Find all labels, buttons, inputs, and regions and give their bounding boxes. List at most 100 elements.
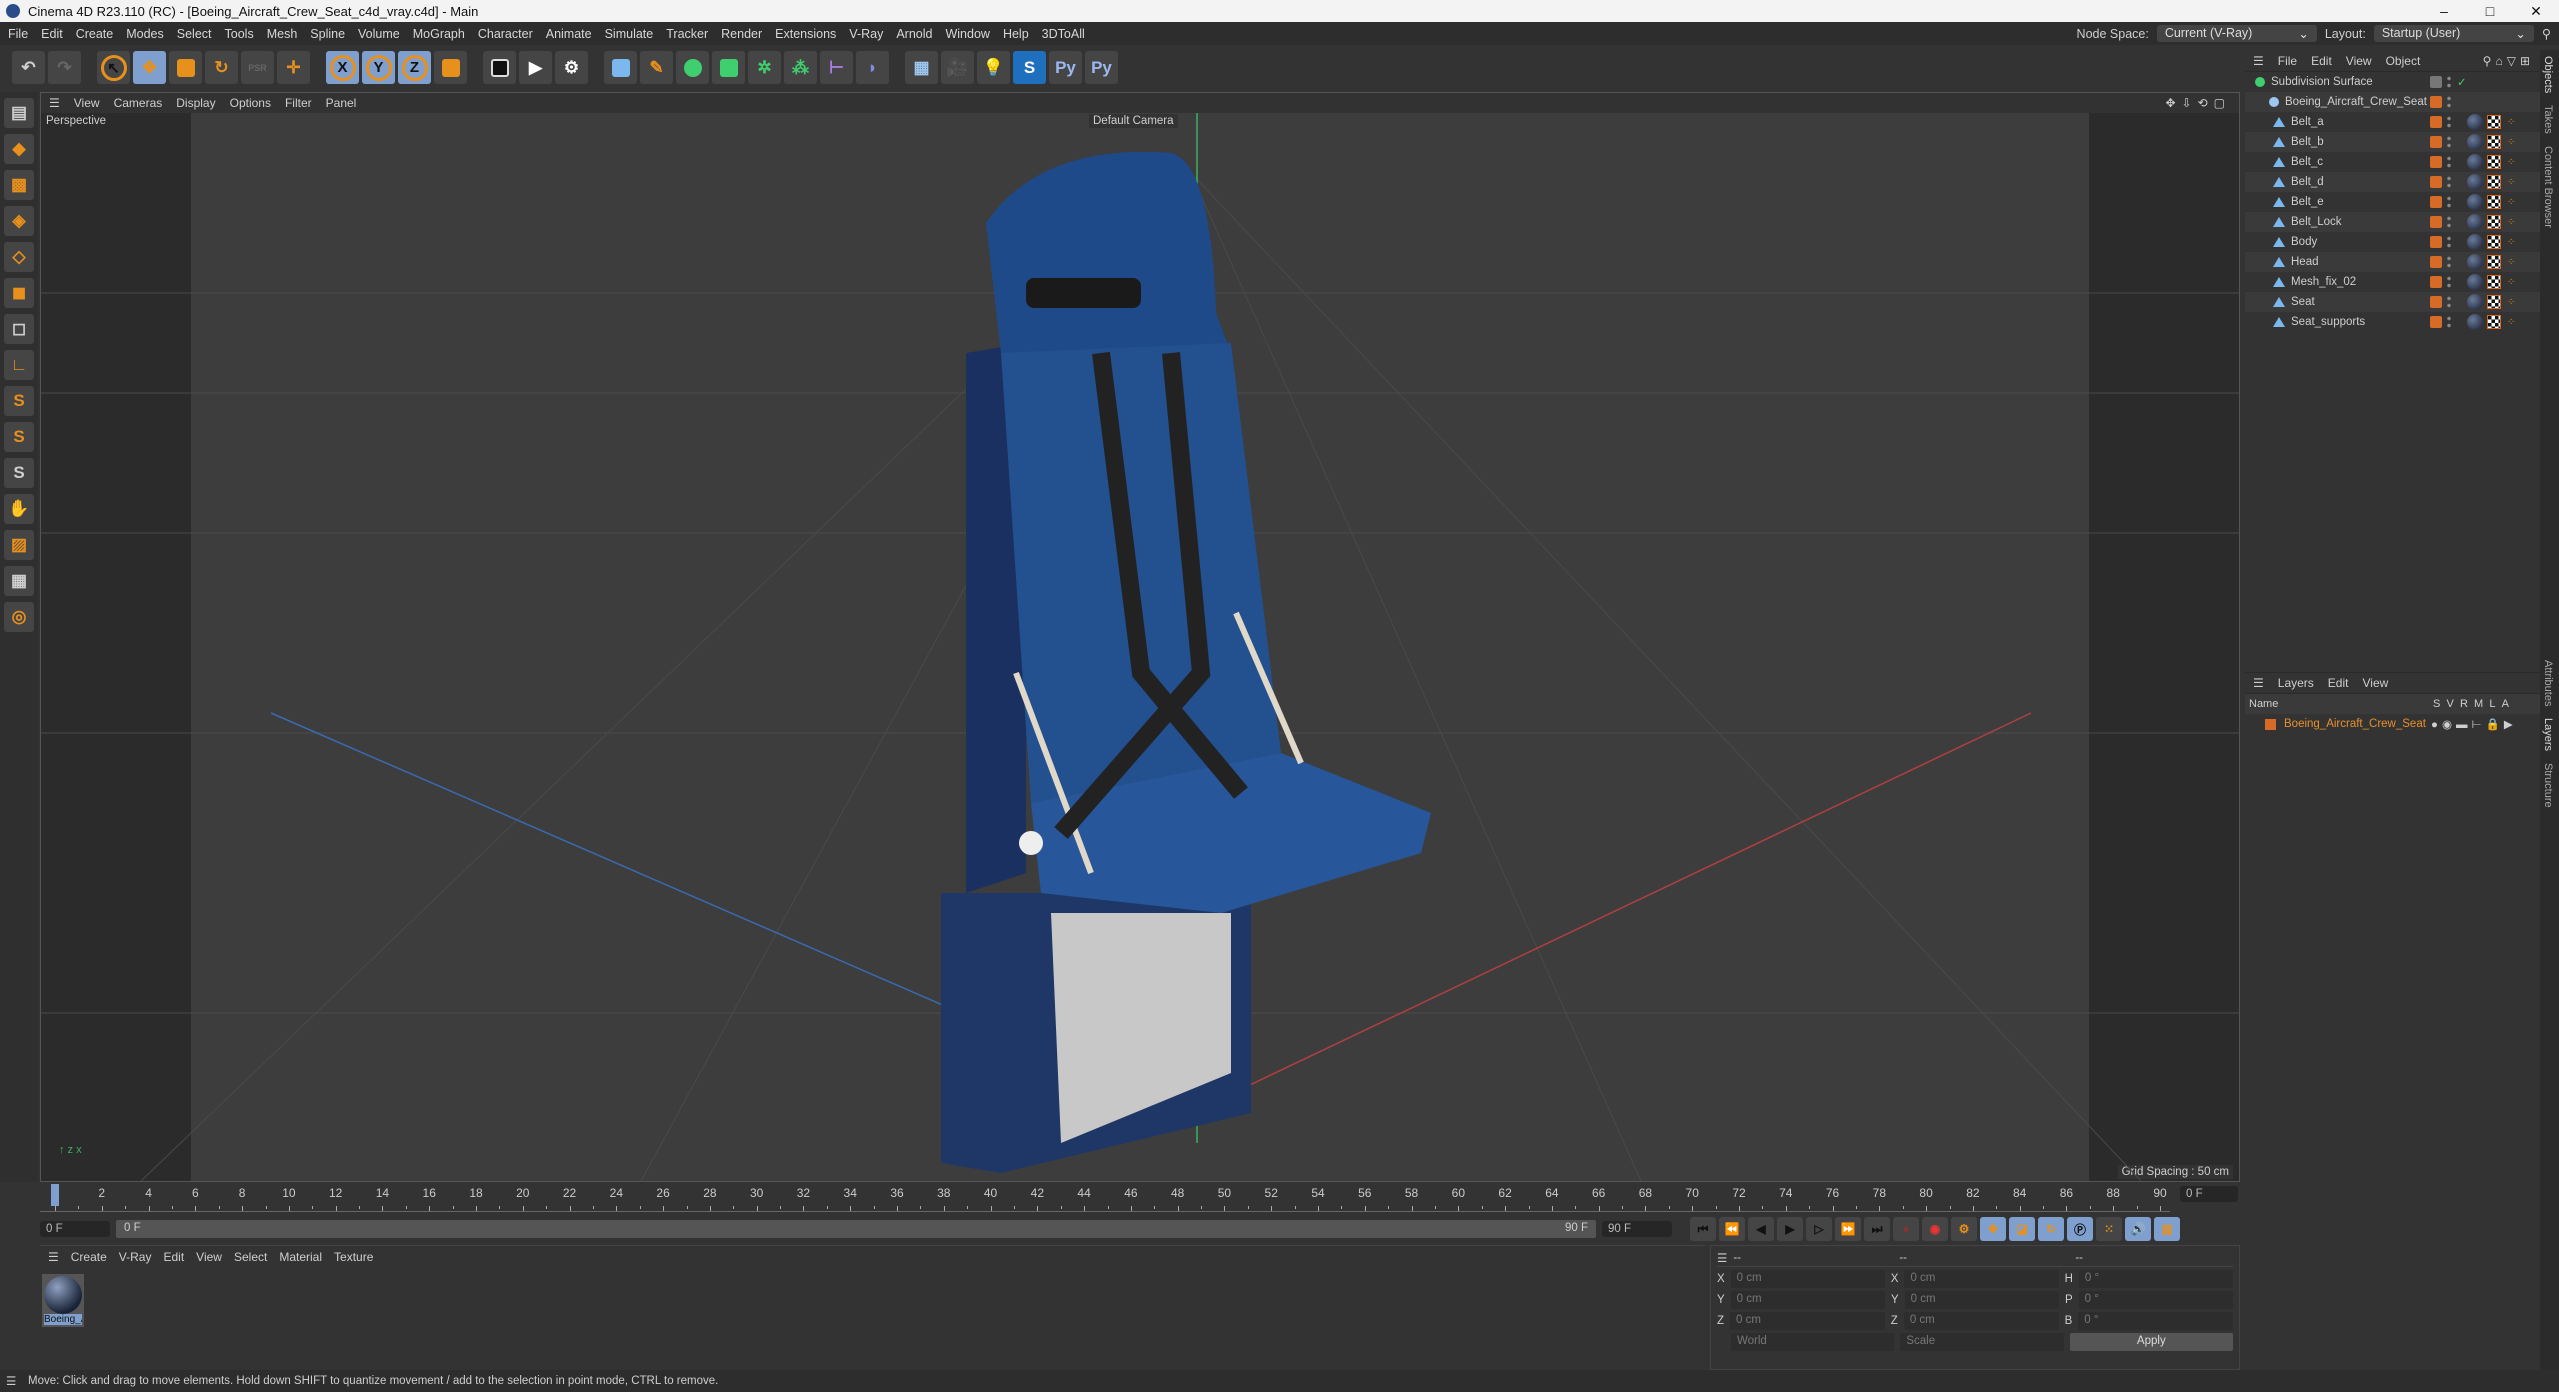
go-to-end-button[interactable]: ⏭ <box>1864 1217 1890 1241</box>
search-icon[interactable]: ⚲ <box>2542 26 2551 41</box>
menu-tools[interactable]: Tools <box>225 27 254 41</box>
layer-toggle-icons[interactable]: ●◉▬⊢🔒▶ <box>2431 717 2517 731</box>
pen-button[interactable]: ✎ <box>640 51 673 84</box>
layer-tag[interactable] <box>2430 276 2442 288</box>
hamburger-icon[interactable]: ☰ <box>48 1250 59 1264</box>
object-row[interactable]: Belt_a ⁘ <box>2245 112 2540 132</box>
prev-frame-button[interactable]: ◀ <box>1748 1217 1774 1241</box>
hamburger-icon[interactable]: ☰ <box>2253 676 2264 690</box>
material-tag-icon[interactable] <box>2467 234 2483 250</box>
menu-extensions[interactable]: Extensions <box>775 27 836 41</box>
hamburger-icon[interactable]: ☰ <box>2253 54 2264 68</box>
node-space-dropdown[interactable]: Current (V-Ray) ⌄ <box>2156 25 2317 42</box>
object-row[interactable]: Seat ⁘ <box>2245 292 2540 312</box>
size-mode-dropdown[interactable]: Scale <box>1900 1333 2064 1351</box>
layer-row[interactable]: Boeing_Aircraft_Crew_Seat ●◉▬⊢🔒▶ <box>2245 714 2540 734</box>
phong-tag-icon[interactable]: ⁘ <box>2507 117 2515 128</box>
layers-menu-edit[interactable]: Edit <box>2328 676 2349 690</box>
uvw-tag-icon[interactable] <box>2487 155 2501 169</box>
uvw-tag-icon[interactable] <box>2487 215 2501 229</box>
mograph-button[interactable]: ✲ <box>748 51 781 84</box>
menu-character[interactable]: Character <box>478 27 533 41</box>
viewport-menu-options[interactable]: Options <box>230 96 271 110</box>
visibility-dots[interactable] <box>2447 95 2451 109</box>
material-tag-icon[interactable] <box>2467 114 2483 130</box>
material-tag-icon[interactable] <box>2467 314 2483 330</box>
viewport-canvas[interactable]: Perspective Default Camera Grid Spacing … <box>41 113 2239 1181</box>
key-rotation-button[interactable]: ↻ <box>2038 1217 2064 1241</box>
locked-workplane-button[interactable]: ▦ <box>4 566 34 596</box>
menu-select[interactable]: Select <box>177 27 212 41</box>
layers-menu-layers[interactable]: Layers <box>2278 676 2314 690</box>
layer-tag[interactable] <box>2430 216 2442 228</box>
phong-tag-icon[interactable]: ⁘ <box>2507 277 2515 288</box>
object-row-group[interactable]: Boeing_Aircraft_Crew_Seat <box>2245 92 2540 112</box>
check-icon[interactable]: ✓ <box>2457 75 2467 89</box>
layer-tag[interactable] <box>2430 96 2442 108</box>
menu-window[interactable]: Window <box>945 27 989 41</box>
object-row[interactable]: Belt_e ⁘ <box>2245 192 2540 212</box>
material-swatch[interactable]: Boeing_A <box>42 1274 84 1327</box>
range-end-field[interactable]: 90 F <box>1602 1221 1672 1237</box>
undo-button[interactable]: ↶ <box>12 51 45 84</box>
visibility-dots[interactable] <box>2447 115 2451 129</box>
close-button[interactable]: ✕ <box>2513 0 2559 22</box>
layer-tag[interactable] <box>2430 196 2442 208</box>
axis-mode-button[interactable]: ∟ <box>4 350 34 380</box>
layout-dropdown[interactable]: Startup (User) ⌄ <box>2373 25 2534 42</box>
record-button[interactable]: ● <box>1893 1217 1919 1241</box>
render-view-button[interactable]: ▶ <box>519 51 552 84</box>
objects-menu-edit[interactable]: Edit <box>2311 54 2332 68</box>
viewport-menu-panel[interactable]: Panel <box>326 96 357 110</box>
visibility-dots[interactable] <box>2447 315 2451 329</box>
coordinate-field[interactable]: 0 cm <box>1730 1291 1885 1309</box>
vray-button[interactable]: S <box>1013 51 1046 84</box>
coordinate-field[interactable]: 0 cm <box>1730 1270 1885 1288</box>
phong-tag-icon[interactable]: ⁘ <box>2507 317 2515 328</box>
extrude-button[interactable] <box>712 51 745 84</box>
material-tag-icon[interactable] <box>2467 174 2483 190</box>
material-menu-texture[interactable]: Texture <box>334 1250 373 1264</box>
timeline-ruler[interactable]: 0246810121416182022242628303234363840424… <box>40 1182 2170 1212</box>
tab-structure[interactable]: Structure <box>2540 757 2556 814</box>
next-key-button[interactable]: ⏩ <box>1835 1217 1861 1241</box>
hamburger-icon[interactable]: ☰ <box>1717 1251 1727 1265</box>
phong-tag-icon[interactable]: ⁘ <box>2507 257 2515 268</box>
world-axis-button[interactable]: ✛ <box>277 51 310 84</box>
phong-tag-icon[interactable]: ⁘ <box>2507 197 2515 208</box>
menu-render[interactable]: Render <box>721 27 762 41</box>
visibility-dots[interactable] <box>2447 195 2451 209</box>
phong-tag-icon[interactable]: ⁘ <box>2507 217 2515 228</box>
viewport-menu-cameras[interactable]: Cameras <box>114 96 163 110</box>
next-frame-button[interactable]: ▷ <box>1806 1217 1832 1241</box>
menu-tracker[interactable]: Tracker <box>666 27 708 41</box>
key-pla-button[interactable]: ⁙ <box>2096 1217 2122 1241</box>
material-menu-create[interactable]: Create <box>71 1250 107 1264</box>
coordinate-field[interactable]: 0 cm <box>1904 1291 2059 1309</box>
layer-tag[interactable] <box>2430 116 2442 128</box>
menu-mesh[interactable]: Mesh <box>267 27 298 41</box>
visibility-dots[interactable] <box>2447 275 2451 289</box>
play-button[interactable]: ▶ <box>1777 1217 1803 1241</box>
timeline-button[interactable]: ▥ <box>2154 1217 2180 1241</box>
coordinate-system-button[interactable] <box>434 51 467 84</box>
sound-button[interactable]: 🔊 <box>2125 1217 2151 1241</box>
viewport-menu-view[interactable]: View <box>74 96 100 110</box>
object-row[interactable]: Seat_supports ⁘ <box>2245 312 2540 332</box>
visibility-dots[interactable] <box>2447 155 2451 169</box>
python-script-button[interactable]: Py <box>1085 51 1118 84</box>
object-row[interactable]: Belt_c ⁘ <box>2245 152 2540 172</box>
cloner-button[interactable]: ⁂ <box>784 51 817 84</box>
visibility-dots[interactable] <box>2447 75 2451 89</box>
key-position-button[interactable]: ✥ <box>1980 1217 2006 1241</box>
object-row[interactable]: Mesh_fix_02 ⁘ <box>2245 272 2540 292</box>
phong-tag-icon[interactable]: ⁘ <box>2507 297 2515 308</box>
tab-takes[interactable]: Takes <box>2540 99 2556 140</box>
menu-file[interactable]: File <box>8 27 28 41</box>
sculpt-button[interactable]: ◎ <box>4 602 34 632</box>
layer-tag[interactable] <box>2430 76 2442 88</box>
material-menu-select[interactable]: Select <box>234 1250 267 1264</box>
visibility-dots[interactable] <box>2447 175 2451 189</box>
psr-button[interactable]: PSR <box>241 51 274 84</box>
layer-tag[interactable] <box>2430 316 2442 328</box>
